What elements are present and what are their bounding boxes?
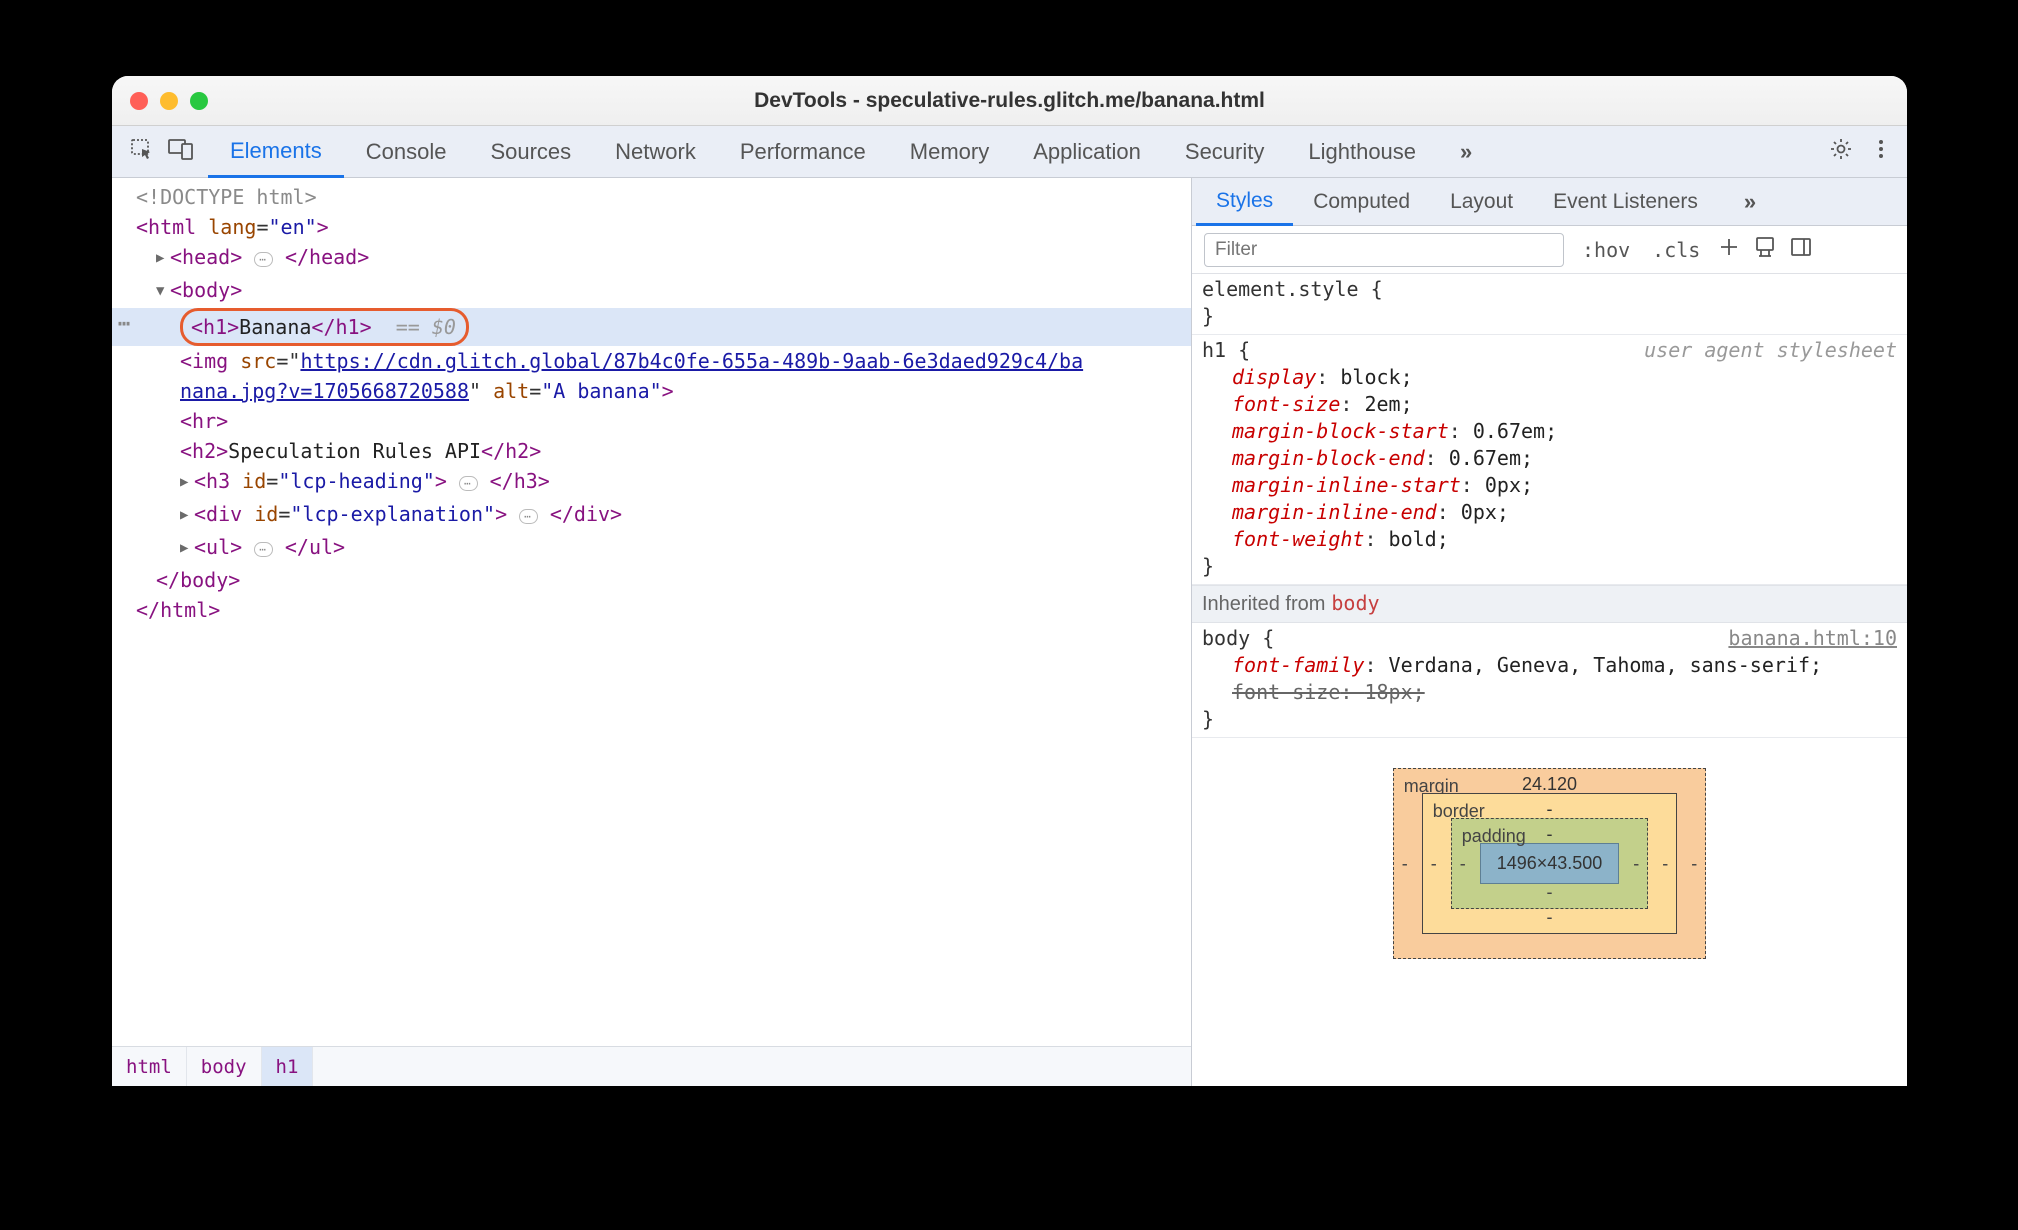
styles-toolbar: :hov .cls: [1192, 226, 1907, 274]
inherited-from-header: Inherited frombody: [1192, 585, 1907, 623]
tab-memory[interactable]: Memory: [888, 126, 1011, 177]
dom-ul[interactable]: ▶<ul> ⋯ </ul>: [112, 532, 1191, 565]
box-model[interactable]: margin 24.120 - - border - - - - padding: [1192, 738, 1907, 959]
dom-hr[interactable]: <hr>: [112, 406, 1191, 436]
window-title: DevTools - speculative-rules.glitch.me/b…: [112, 89, 1907, 113]
dom-img-line2[interactable]: nana.jpg?v=1705668720588" alt="A banana"…: [112, 376, 1191, 406]
more-menu-icon[interactable]: [1877, 137, 1885, 167]
dom-doctype[interactable]: <!DOCTYPE html>: [136, 185, 317, 209]
chevron-double-right-icon: »: [1460, 139, 1467, 165]
crumb-h1[interactable]: h1: [262, 1047, 314, 1086]
dom-head[interactable]: ▶<head> ⋯ </head>: [112, 242, 1191, 275]
subtab-layout[interactable]: Layout: [1430, 178, 1533, 225]
dom-h2[interactable]: <h2>Speculation Rules API</h2>: [112, 436, 1191, 466]
ellipsis-icon: ⋯: [519, 509, 538, 524]
ellipsis-icon: ⋯: [254, 252, 273, 267]
titlebar: DevTools - speculative-rules.glitch.me/b…: [112, 76, 1907, 126]
styles-body[interactable]: element.style { } h1 {user agent stylesh…: [1192, 274, 1907, 1086]
dom-img-line1[interactable]: <img src="https://cdn.glitch.global/87b4…: [112, 346, 1191, 376]
tab-security[interactable]: Security: [1163, 126, 1286, 177]
tab-performance[interactable]: Performance: [718, 126, 888, 177]
chevron-double-right-icon: »: [1744, 189, 1751, 215]
breadcrumb: html body h1: [112, 1046, 1191, 1086]
settings-icon[interactable]: [1829, 137, 1853, 167]
hov-toggle[interactable]: :hov: [1578, 236, 1634, 264]
styles-subtabs: Styles Computed Layout Event Listeners »: [1192, 178, 1907, 226]
tab-lighthouse[interactable]: Lighthouse: [1286, 126, 1438, 177]
cls-toggle[interactable]: .cls: [1648, 236, 1704, 264]
dom-selected-h1[interactable]: <h1>Banana</h1> == $0: [112, 308, 1191, 346]
subtab-computed[interactable]: Computed: [1293, 178, 1430, 225]
dom-body-close[interactable]: </body>: [112, 565, 1191, 595]
dom-tree[interactable]: <!DOCTYPE html> <html lang="en"> ▶<head>…: [112, 178, 1191, 1046]
devtools-window: DevTools - speculative-rules.glitch.me/b…: [112, 76, 1907, 1086]
subtabs-overflow[interactable]: »: [1724, 189, 1771, 215]
subtab-event-listeners[interactable]: Event Listeners: [1533, 178, 1718, 225]
dom-h3[interactable]: ▶<h3 id="lcp-heading"> ⋯ </h3>: [112, 466, 1191, 499]
tab-console[interactable]: Console: [344, 126, 469, 177]
main-split: <!DOCTYPE html> <html lang="en"> ▶<head>…: [112, 178, 1907, 1086]
subtab-styles[interactable]: Styles: [1196, 178, 1293, 226]
device-toolbar-icon[interactable]: [168, 137, 194, 167]
dom-html-close[interactable]: </html>: [112, 595, 1191, 625]
ellipsis-icon: ⋯: [459, 476, 478, 491]
styles-filter-input[interactable]: [1204, 233, 1564, 267]
box-model-padding-label: padding: [1462, 823, 1526, 850]
dom-body-open[interactable]: ▼<body>: [112, 275, 1191, 308]
ellipsis-icon: ⋯: [254, 542, 273, 557]
window-traffic-lights: [130, 92, 208, 110]
tabs-overflow[interactable]: »: [1438, 126, 1489, 177]
dom-html-open[interactable]: <html lang="en">: [112, 212, 1191, 242]
close-window-button[interactable]: [130, 92, 148, 110]
elements-panel: <!DOCTYPE html> <html lang="en"> ▶<head>…: [112, 178, 1192, 1086]
crumb-body[interactable]: body: [187, 1047, 262, 1086]
dom-div[interactable]: ▶<div id="lcp-explanation"> ⋯ </div>: [112, 499, 1191, 532]
rule-element-style[interactable]: element.style { }: [1192, 274, 1907, 335]
rule-h1[interactable]: h1 {user agent stylesheet display: block…: [1192, 335, 1907, 585]
rule-body[interactable]: body {banana.html:10 font-family: Verdan…: [1192, 623, 1907, 738]
inspect-element-icon[interactable]: [130, 137, 154, 167]
styles-panel: Styles Computed Layout Event Listeners »…: [1192, 178, 1907, 1086]
tab-sources[interactable]: Sources: [468, 126, 593, 177]
new-style-rule-icon[interactable]: [1718, 236, 1740, 264]
crumb-html[interactable]: html: [112, 1047, 187, 1086]
tab-application[interactable]: Application: [1011, 126, 1163, 177]
minimize-window-button[interactable]: [160, 92, 178, 110]
maximize-window-button[interactable]: [190, 92, 208, 110]
tab-network[interactable]: Network: [593, 126, 718, 177]
rendering-emulation-icon[interactable]: [1754, 236, 1776, 264]
tab-elements[interactable]: Elements: [208, 126, 344, 178]
main-tabstrip: Elements Console Sources Network Perform…: [112, 126, 1907, 178]
main-tabs: Elements Console Sources Network Perform…: [208, 126, 1489, 177]
toggle-computed-sidebar-icon[interactable]: [1790, 236, 1812, 264]
